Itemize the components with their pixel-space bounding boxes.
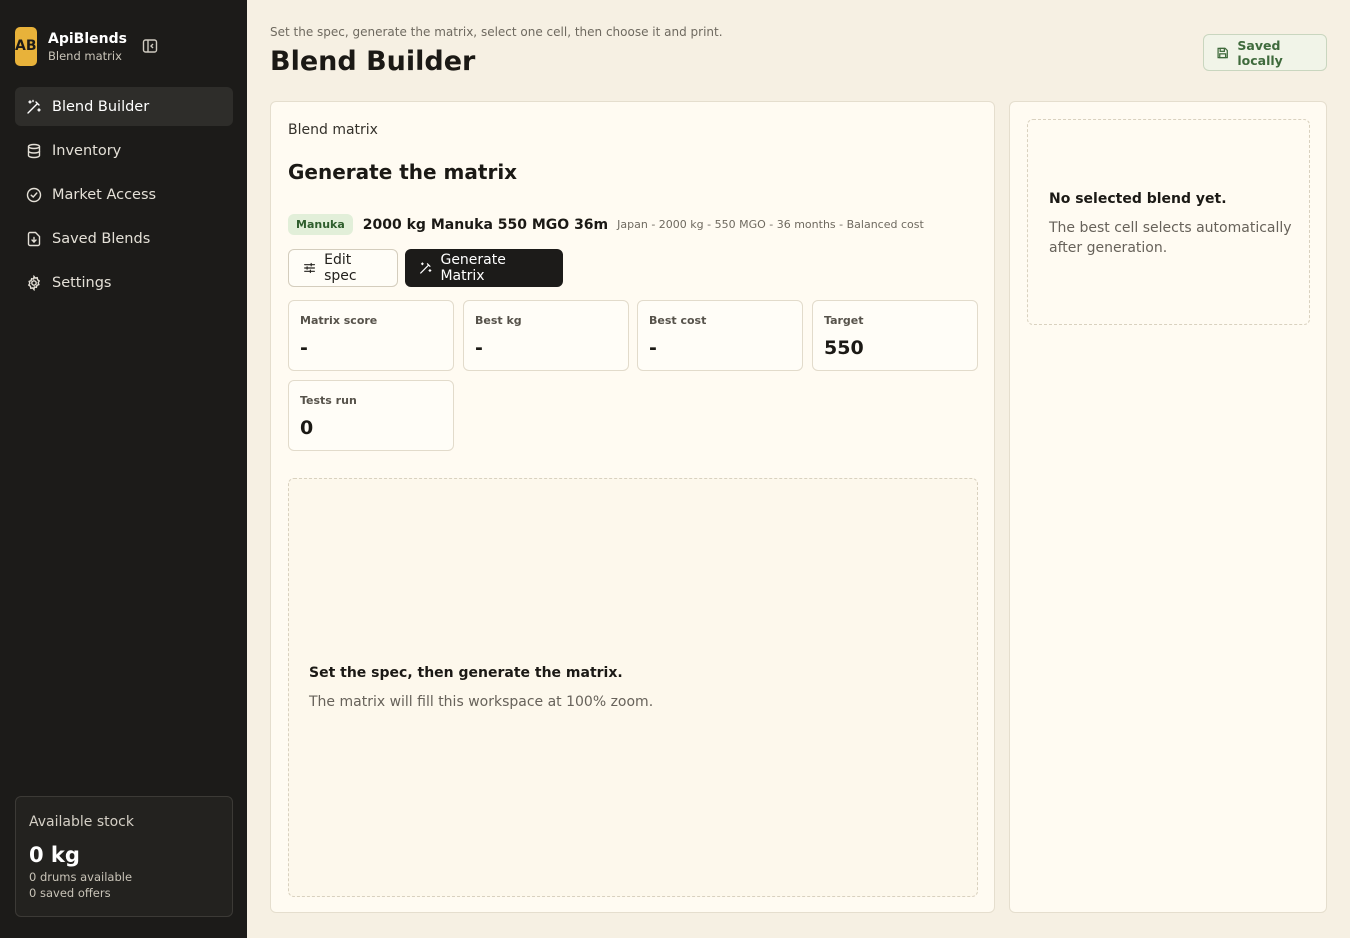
spec-name: 2000 kg Manuka 550 MGO 36m (362, 216, 609, 233)
sliders-icon (304, 262, 316, 274)
stat-value: 550 (824, 337, 864, 359)
stat-value: 0 (300, 417, 314, 439)
panel-label: Blend matrix (288, 122, 378, 138)
brand-text: ApiBlends Blend matrix (48, 30, 127, 64)
blend-matrix-panel: Blend matrix Generate the matrix Manuka … (270, 101, 995, 913)
stat-card-best-kg: Best kg - (463, 300, 629, 371)
edit-spec-label: Edit spec (324, 252, 357, 284)
sidebar-item-settings[interactable]: Settings (15, 263, 233, 302)
panel-title: Generate the matrix (288, 160, 518, 184)
saved-locally-button[interactable]: Saved locally (1203, 34, 1327, 71)
stat-card-best-cost: Best cost - (637, 300, 803, 371)
stat-value: - (649, 337, 657, 359)
stock-drums: 0 drums available (29, 870, 133, 884)
empty-title: No selected blend yet. (1049, 191, 1227, 207)
generate-matrix-label: Generate Matrix (440, 252, 506, 284)
generate-matrix-button[interactable]: Generate Matrix (405, 249, 563, 287)
stock-label: Available stock (29, 814, 134, 830)
sidebar-item-label: Blend Builder (52, 98, 150, 115)
sidebar-item-label: Saved Blends (52, 230, 151, 247)
stat-label: Best kg (475, 314, 522, 327)
brand[interactable]: AB ApiBlends Blend matrix (15, 27, 127, 66)
spec-chip: Manuka (288, 214, 353, 235)
action-buttons: Edit spec Generate Matrix (288, 249, 563, 287)
magic-wand-icon (27, 99, 41, 114)
spec-summary: Manuka 2000 kg Manuka 550 MGO 36m Japan … (288, 214, 924, 235)
workspace-text: The matrix will fill this workspace at 1… (309, 694, 654, 710)
app-name: ApiBlends (48, 30, 127, 47)
stat-label: Target (824, 314, 864, 327)
sidebar-nav: Blend Builder Inventory Market Access Sa… (15, 87, 233, 307)
stat-value: - (300, 337, 308, 359)
selected-blend-empty-state: No selected blend yet. The best cell sel… (1027, 119, 1310, 325)
sidebar-item-market-access[interactable]: Market Access (15, 175, 233, 214)
sidebar: AB ApiBlends Blend matrix Blend Builder (0, 0, 247, 938)
page-title: Blend Builder (270, 46, 476, 77)
sidebar-item-label: Market Access (52, 186, 157, 203)
empty-text: The best cell selects automatically afte… (1049, 220, 1292, 256)
stock-offers: 0 saved offers (29, 886, 111, 900)
saved-label: Saved locally (1237, 37, 1283, 68)
sidebar-item-blend-builder[interactable]: Blend Builder (15, 87, 233, 126)
app-subtitle: Blend matrix (48, 48, 122, 63)
stat-card-matrix-score: Matrix score - (288, 300, 454, 371)
stat-label: Matrix score (300, 314, 378, 327)
selected-blend-panel: No selected blend yet. The best cell sel… (1009, 101, 1327, 913)
stat-card-target: Target 550 (812, 300, 978, 371)
matrix-workspace: Set the spec, then generate the matrix. … (288, 478, 978, 897)
app-logo: AB (15, 27, 37, 66)
stat-label: Tests run (300, 394, 357, 407)
edit-spec-button[interactable]: Edit spec (288, 249, 398, 287)
sidebar-item-inventory[interactable]: Inventory (15, 131, 233, 170)
sidebar-item-label: Settings (52, 274, 112, 291)
check-circle-icon (26, 187, 42, 202)
stat-label: Best cost (649, 314, 707, 327)
stat-card-tests-run: Tests run 0 (288, 380, 454, 451)
stat-value: - (475, 337, 483, 359)
sidebar-collapse-icon[interactable] (142, 38, 158, 54)
file-download-icon (27, 231, 41, 246)
stock-value: 0 kg (29, 843, 80, 867)
spec-detail: Japan - 2000 kg - 550 MGO - 36 months - … (617, 218, 924, 231)
save-icon (1217, 47, 1228, 58)
magic-wand-icon (420, 262, 432, 274)
gear-icon (27, 274, 41, 291)
page-hint: Set the spec, generate the matrix, selec… (270, 25, 723, 39)
sidebar-item-saved-blends[interactable]: Saved Blends (15, 219, 233, 258)
sidebar-item-label: Inventory (52, 142, 122, 159)
available-stock-card: Available stock 0 kg 0 drums available 0… (15, 796, 233, 917)
database-icon (27, 143, 41, 158)
workspace-title: Set the spec, then generate the matrix. (309, 665, 623, 681)
